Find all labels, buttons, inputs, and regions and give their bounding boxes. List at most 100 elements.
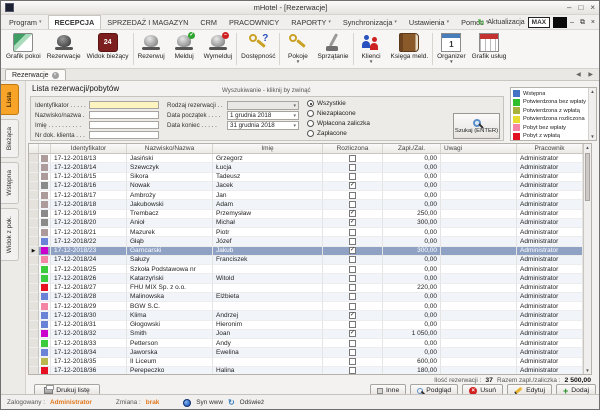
table-row[interactable]: 17-12-2018/24SałuzyFranciszek0,00Adminis…	[29, 256, 583, 265]
scroll-up-icon[interactable]: ▲	[590, 89, 594, 94]
table-row[interactable]: 17-12-2018/16NowakJacek✓0,00Administrato…	[29, 182, 583, 191]
side-tab-bie-ca[interactable]: Bieżąca	[1, 119, 19, 158]
menu-item-recepcja[interactable]: RECEPCJA	[48, 15, 102, 29]
update-label[interactable]: Aktualizacja	[487, 19, 524, 26]
radio-zap-acone[interactable]: Zapłacone	[307, 130, 347, 137]
table-row[interactable]: 17-12-2018/25Szkoła Podstawowa nr0,00Adm…	[29, 265, 583, 274]
max-button[interactable]: MAX	[528, 17, 550, 28]
menu-item-pracownicy[interactable]: PRACOWNICY	[223, 15, 285, 29]
filter-input-2[interactable]	[89, 121, 159, 129]
table-row[interactable]: 17-12-2018/26KatarzyńskiWitold0,00Admini…	[29, 274, 583, 283]
usu-button[interactable]: ×Usuń	[462, 384, 503, 394]
toolbar-dost-pno[interactable]: ?Dostępność	[238, 31, 278, 67]
rozliczona-checkbox[interactable]	[349, 238, 356, 245]
reservation-type-select[interactable]: ▾	[227, 101, 299, 110]
toolbar-pokoje[interactable]: Pokoje▼	[281, 31, 314, 67]
toolbar-rezerwuj[interactable]: Rezerwuj	[135, 31, 168, 67]
side-tab-lista[interactable]: Lista	[1, 84, 19, 115]
menu-item-crm[interactable]: CRM	[194, 15, 223, 29]
toolbar-melduj[interactable]: ✓Melduj	[168, 31, 201, 67]
radio-wp-acona-zaliczka[interactable]: Wpłacona zaliczka	[307, 120, 370, 127]
rozliczona-checkbox[interactable]: ✓	[349, 312, 356, 319]
rozliczona-checkbox[interactable]	[349, 266, 356, 273]
minimize-button[interactable]: –	[567, 3, 571, 13]
table-row[interactable]: 17-12-2018/27FHU MIX Sp. z o.o.220,00Adm…	[29, 284, 583, 293]
rozliczona-checkbox[interactable]	[349, 340, 356, 347]
tab-rezerwacje[interactable]: Rezerwacje ×	[5, 69, 66, 80]
date-start-select[interactable]: 1 grudnia 2018▾	[227, 111, 299, 120]
menu-item-program[interactable]: Program▾	[3, 15, 48, 29]
table-row[interactable]: 17-12-2018/35II Liceum600,00Administrato…	[29, 358, 583, 367]
rozliczona-checkbox[interactable]	[349, 192, 356, 199]
menu-item-ustawienia[interactable]: Ustawienia▾	[403, 15, 455, 29]
rozliczona-checkbox[interactable]: ✓	[349, 219, 356, 226]
table-row[interactable]: 17-12-2018/33PettersonAndy0,00Administra…	[29, 339, 583, 348]
table-row[interactable]: 17-12-2018/21MazurekPiotr0,00Administrat…	[29, 228, 583, 237]
filter-input-1[interactable]	[89, 111, 159, 119]
table-row[interactable]: 17-12-2018/17AmbrożyJan0,00Administrator	[29, 191, 583, 200]
rozliczona-checkbox[interactable]	[349, 173, 356, 180]
rozliczona-checkbox[interactable]: ✓	[349, 247, 356, 254]
menu-item-sprzeda-i-magazyn[interactable]: SPRZEDAŻ I MAGAZYN	[101, 15, 194, 29]
toolbar-ksi-ga-meld[interactable]: Księga meld.	[388, 31, 432, 67]
scroll-down-icon[interactable]: ▼	[584, 368, 591, 373]
refresh-label[interactable]: Odśwież	[240, 399, 265, 406]
table-scrollbar[interactable]: ▲ ▼	[583, 144, 591, 374]
table-row[interactable]: 17-12-2018/15SikoraTadeusz0,00Administra…	[29, 173, 583, 182]
toolbar-klienci[interactable]: Klienci▼	[355, 31, 388, 67]
print-list-button[interactable]: Drukuj listę	[34, 384, 100, 394]
date-end-select[interactable]: 31 grudnia 2018▾	[227, 121, 299, 130]
toolbar-grafik-us-ug[interactable]: Grafik usług	[469, 31, 510, 67]
filter-input-0[interactable]	[89, 101, 159, 109]
toolbar-grafik-pokoi[interactable]: Grafik pokoi	[3, 31, 44, 67]
toolbar-organizer[interactable]: Organizer▼	[434, 31, 469, 67]
podgl-d-button[interactable]: Podgląd	[410, 384, 458, 394]
dodaj-button[interactable]: +Dodaj	[556, 384, 596, 394]
legend-scrollbar[interactable]: ▲ ▼	[588, 88, 596, 140]
rozliczona-checkbox[interactable]	[349, 349, 356, 356]
table-row[interactable]: 17-12-2018/13JasińskiGrzegorz0,00Adminis…	[29, 154, 583, 163]
rozliczona-checkbox[interactable]: ✓	[349, 210, 356, 217]
close-button[interactable]: ×	[590, 3, 595, 13]
inne-button[interactable]: Inne	[370, 384, 406, 394]
toolbar-rezerwacje[interactable]: Rezerwacje	[44, 31, 84, 67]
table-row[interactable]: 17-12-2018/36PerepeczkoHalina180,00Admin…	[29, 367, 583, 374]
column-header-rozliczona[interactable]: Rozliczona	[323, 144, 383, 153]
table-row[interactable]: 17-12-2018/19TrembaczPrzemysław✓250,00Ad…	[29, 210, 583, 219]
radio-wszystkie[interactable]: Wszystkie	[307, 100, 346, 107]
table-row[interactable]: 17-12-2018/14SzewczykŁucja0,00Administra…	[29, 163, 583, 172]
search-collapse-hint[interactable]: Wyszukiwanie - kliknij by zwinąć	[222, 87, 311, 94]
rozliczona-checkbox[interactable]	[349, 164, 356, 171]
filter-input-3[interactable]	[89, 131, 159, 139]
refresh-icon[interactable]: ↻	[228, 398, 235, 407]
tab-nav-arrows[interactable]: ◀ ▶	[576, 71, 596, 78]
rozliczona-checkbox[interactable]	[349, 367, 356, 374]
maximize-button[interactable]: □	[578, 3, 583, 13]
table-row[interactable]: 17-12-2018/28MalinowskaElżbieta0,00Admin…	[29, 293, 583, 302]
toolbar-widok-bie-cy[interactable]: Widok bieżący	[84, 31, 132, 67]
table-row[interactable]: 17-12-2018/34JaworskaEwelina0,00Administ…	[29, 348, 583, 357]
column-header-imi[interactable]: Imię	[213, 144, 323, 153]
table-row[interactable]: 17-12-2018/22GłąbJózef0,00Administrator	[29, 237, 583, 246]
table-row[interactable]: 17-12-2018/20AniołMichał✓300,00Administr…	[29, 219, 583, 228]
edytuj-button[interactable]: Edytuj	[507, 384, 552, 394]
rozliczona-checkbox[interactable]	[349, 201, 356, 208]
scroll-up-icon[interactable]: ▲	[584, 145, 591, 150]
rozliczona-checkbox[interactable]	[349, 155, 356, 162]
search-button[interactable]: Szukaj (ENTER)	[453, 113, 500, 139]
table-row[interactable]: 17-12-2018/29BGW S.C.0,00Administrator	[29, 302, 583, 311]
rozliczona-checkbox[interactable]	[349, 303, 356, 310]
rozliczona-checkbox[interactable]	[349, 229, 356, 236]
menu-item-raporty[interactable]: RAPORTY▾	[285, 15, 337, 29]
table-row[interactable]: 17-12-2018/31GłogowskiHieronim0,00Admini…	[29, 321, 583, 330]
rozliczona-checkbox[interactable]	[349, 284, 356, 291]
toolbar-sprz-tanie[interactable]: Sprzątanie	[314, 31, 351, 67]
rozliczona-checkbox[interactable]	[349, 275, 356, 282]
column-header-zap-zal[interactable]: Zapł./Zal.	[383, 144, 441, 153]
sync-www-label[interactable]: Syn www	[196, 399, 223, 406]
radio-niezap-acone[interactable]: Niezapłacone	[307, 110, 356, 117]
table-row[interactable]: ▶17-12-2018/23GarncarskiJakub✓300,00Admi…	[29, 247, 583, 256]
side-tab-widok-z-pok[interactable]: Widok z pok.	[1, 208, 19, 261]
column-header-uwagi[interactable]: Uwagi	[441, 144, 517, 153]
rozliczona-checkbox[interactable]	[349, 293, 356, 300]
